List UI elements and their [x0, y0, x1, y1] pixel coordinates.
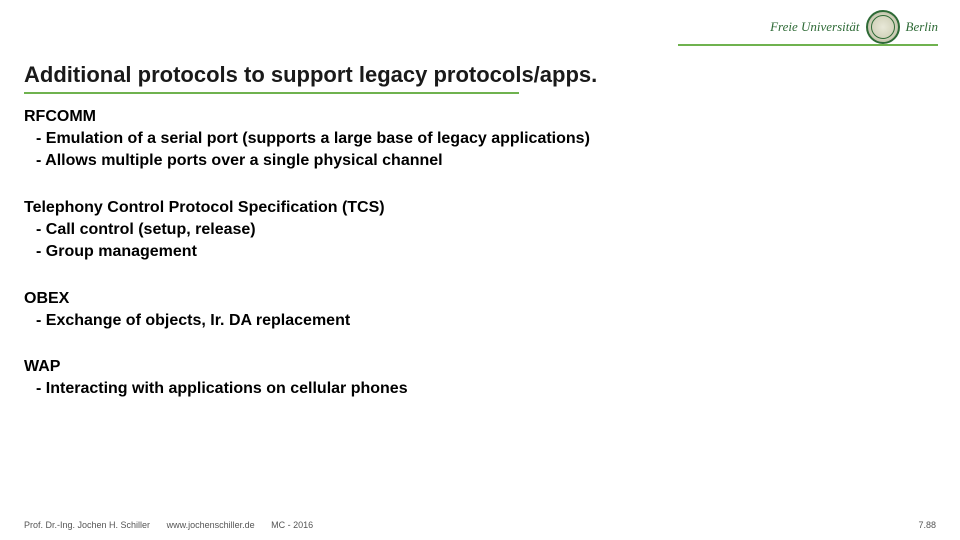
bullet-item: - Exchange of objects, Ir. DA replacemen… — [24, 310, 936, 332]
section-heading: WAP — [24, 358, 936, 376]
bullet-item: - Emulation of a serial port (supports a… — [24, 128, 936, 150]
footer-course: MC - 2016 — [271, 520, 313, 530]
title-underline — [24, 92, 519, 94]
section-heading: Telephony Control Protocol Specification… — [24, 199, 936, 217]
slide-title: Additional protocols to support legacy p… — [24, 62, 597, 88]
footer-left: Prof. Dr.-Ing. Jochen H. Schiller www.jo… — [24, 520, 327, 530]
section-heading: RFCOMM — [24, 108, 936, 126]
bullet-item: - Group management — [24, 241, 936, 263]
slide: Freie Universität Berlin Additional prot… — [0, 0, 960, 540]
university-logo: Freie Universität Berlin — [770, 10, 938, 44]
brand-right: Berlin — [906, 19, 939, 35]
university-seal-icon — [866, 10, 900, 44]
bullet-item: - Allows multiple ports over a single ph… — [24, 150, 936, 172]
slide-content: RFCOMM - Emulation of a serial port (sup… — [24, 108, 936, 426]
section-tcs: Telephony Control Protocol Specification… — [24, 199, 936, 264]
footer-site: www.jochenschiller.de — [167, 520, 255, 530]
footer-page-number: 7.88 — [918, 520, 936, 530]
section-wap: WAP - Interacting with applications on c… — [24, 358, 936, 400]
bullet-item: - Call control (setup, release) — [24, 219, 936, 241]
brand-left: Freie Universität — [770, 19, 859, 35]
section-obex: OBEX - Exchange of objects, Ir. DA repla… — [24, 290, 936, 332]
footer-author: Prof. Dr.-Ing. Jochen H. Schiller — [24, 520, 150, 530]
section-heading: OBEX — [24, 290, 936, 308]
section-rfcomm: RFCOMM - Emulation of a serial port (sup… — [24, 108, 936, 173]
slide-footer: Prof. Dr.-Ing. Jochen H. Schiller www.jo… — [24, 520, 936, 530]
logo-underline — [678, 44, 938, 46]
bullet-item: - Interacting with applications on cellu… — [24, 378, 936, 400]
